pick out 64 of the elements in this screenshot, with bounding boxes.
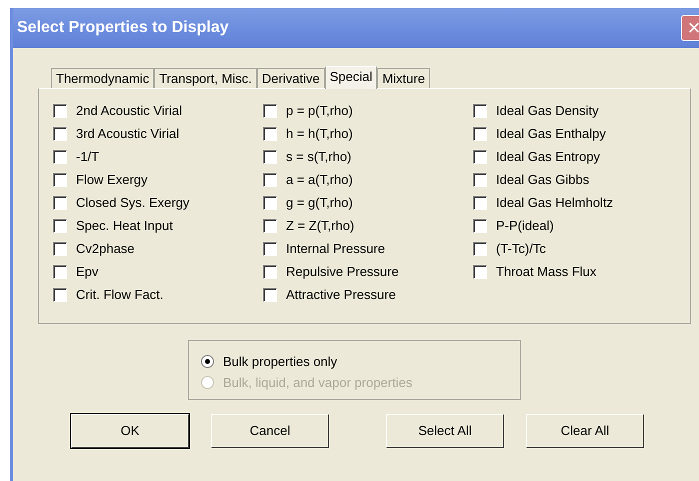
checkbox[interactable]: [53, 196, 67, 210]
checkbox[interactable]: [473, 104, 487, 118]
checkbox[interactable]: [53, 150, 67, 164]
checkbox-label[interactable]: 2nd Acoustic Virial: [76, 100, 182, 120]
checkbox-label[interactable]: Epv: [76, 262, 98, 282]
checkbox[interactable]: [473, 126, 487, 140]
checkbox-label[interactable]: Spec. Heat Input: [76, 216, 173, 236]
checkbox[interactable]: [263, 196, 277, 210]
checkbox-label[interactable]: 3rd Acoustic Virial: [76, 124, 180, 144]
checkbox[interactable]: [473, 218, 487, 232]
checkbox-label[interactable]: a = a(T,rho): [286, 170, 353, 190]
checkbox[interactable]: [263, 218, 277, 232]
checkbox[interactable]: [263, 104, 277, 118]
checkbox[interactable]: [53, 242, 67, 256]
checkbox-label[interactable]: Ideal Gas Enthalpy: [496, 124, 606, 144]
checkbox-label[interactable]: Ideal Gas Gibbs: [496, 170, 590, 190]
checkbox[interactable]: [263, 126, 277, 140]
checkbox-label[interactable]: h = h(T,rho): [286, 124, 353, 144]
checkbox[interactable]: [263, 242, 277, 256]
checkbox-label[interactable]: Internal Pressure: [286, 238, 385, 258]
dialog-button[interactable]: OK: [71, 414, 189, 448]
checkbox[interactable]: [53, 172, 67, 186]
checkbox[interactable]: [263, 172, 277, 186]
checkbox[interactable]: [263, 288, 277, 302]
checkbox-label[interactable]: Cv2phase: [76, 238, 135, 258]
checkbox[interactable]: [473, 264, 487, 278]
checkbox-label[interactable]: Attractive Pressure: [286, 284, 396, 304]
checkbox-label[interactable]: Repulsive Pressure: [286, 262, 399, 282]
checkbox-label[interactable]: s = s(T,rho): [286, 146, 352, 166]
checkbox-label[interactable]: P-P(ideal): [496, 216, 554, 236]
tab[interactable]: Transport, Misc.: [154, 68, 257, 88]
checkbox[interactable]: [473, 196, 487, 210]
checkbox-label[interactable]: Z = Z(T,rho): [286, 216, 354, 236]
tab[interactable]: Mixture: [377, 68, 430, 88]
checkbox-label[interactable]: -1/T: [76, 146, 100, 166]
radio-label[interactable]: Bulk properties only: [223, 352, 338, 372]
checkbox[interactable]: [473, 242, 487, 256]
checkbox[interactable]: [53, 126, 67, 140]
checkbox[interactable]: [263, 264, 277, 278]
checkbox-label[interactable]: Flow Exergy: [76, 170, 148, 190]
window-title: Select Properties to Display: [17, 18, 229, 38]
checkbox[interactable]: [53, 104, 67, 118]
checkbox[interactable]: [473, 172, 487, 186]
checkbox-label[interactable]: (T-Tc)/Tc: [496, 238, 546, 258]
checkbox[interactable]: [263, 150, 277, 164]
dialog-button[interactable]: Clear All: [526, 414, 644, 448]
checkbox-label[interactable]: Closed Sys. Exergy: [76, 192, 190, 212]
dialog-button[interactable]: Select All: [386, 414, 504, 448]
checkbox-label[interactable]: Ideal Gas Density: [496, 100, 599, 120]
checkbox[interactable]: [53, 264, 67, 278]
tab[interactable]: Special: [324, 66, 378, 89]
checkbox-label[interactable]: Ideal Gas Entropy: [496, 146, 600, 166]
tab[interactable]: Derivative: [256, 68, 325, 88]
radio-button[interactable]: [201, 355, 214, 368]
checkbox[interactable]: [473, 150, 487, 164]
checkbox[interactable]: [53, 288, 67, 302]
checkbox-label[interactable]: Ideal Gas Helmholtz: [496, 192, 614, 212]
checkbox-label[interactable]: Crit. Flow Fact.: [76, 284, 164, 304]
dialog-button[interactable]: Cancel: [211, 414, 329, 448]
checkbox-label[interactable]: g = g(T,rho): [286, 192, 353, 212]
tab[interactable]: Thermodynamic: [51, 68, 154, 88]
checkbox-label[interactable]: p = p(T,rho): [286, 100, 353, 120]
checkbox[interactable]: [53, 218, 67, 232]
checkbox-label[interactable]: Throat Mass Flux: [496, 262, 596, 282]
